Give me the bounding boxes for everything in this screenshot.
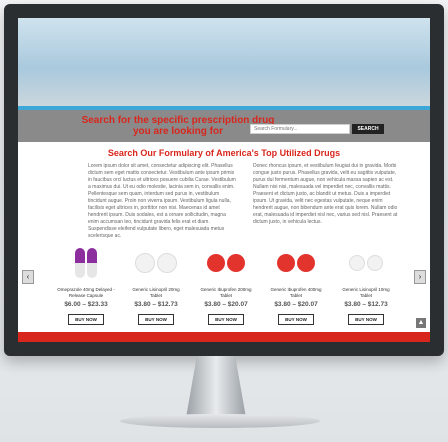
product-card[interactable]: Generic Ibuprofen 200mg Tablet $3.80 – $… bbox=[196, 241, 256, 326]
tablet-image bbox=[126, 241, 186, 285]
tablet-icon bbox=[157, 253, 177, 273]
capsule-image bbox=[56, 241, 116, 285]
tablet-icon bbox=[227, 254, 245, 272]
product-card[interactable]: Generic Ibuprofen 400mg Tablet $3.80 – $… bbox=[266, 241, 326, 326]
product-name: Generic Lisinopril 10mg Tablet bbox=[342, 287, 390, 298]
product-price: $3.80 – $12.73 bbox=[134, 301, 178, 308]
product-price: $3.80 – $20.07 bbox=[274, 301, 318, 308]
tablet-icon bbox=[367, 255, 383, 271]
website-screen: Search for the specific prescription dru… bbox=[18, 18, 430, 342]
product-price: $3.80 – $12.73 bbox=[344, 301, 388, 308]
chevron-left-icon[interactable]: ‹ bbox=[22, 270, 34, 284]
product-name: Omeprazole 40mg Delayed - Release Capsul… bbox=[57, 287, 115, 298]
hero-banner bbox=[18, 18, 430, 110]
tablet-icon bbox=[297, 254, 315, 272]
arrow-up-icon[interactable]: ▲ bbox=[416, 318, 426, 328]
search-button[interactable]: SEARCH bbox=[352, 124, 384, 134]
tablet-icon bbox=[349, 255, 365, 271]
product-card[interactable]: Omeprazole 40mg Delayed - Release Capsul… bbox=[56, 241, 116, 326]
monitor-stand-base bbox=[120, 414, 320, 428]
page-title: Search Our Formulary of America's Top Ut… bbox=[107, 148, 341, 158]
tablet-image bbox=[196, 241, 256, 285]
tablet-icon bbox=[207, 254, 225, 272]
footer-strip bbox=[18, 332, 430, 342]
search-heading-line2: you are looking for bbox=[132, 126, 223, 137]
tablet-image bbox=[336, 241, 396, 285]
tablet-icon bbox=[135, 253, 155, 273]
product-card[interactable]: Generic Lisinopril 20mg Tablet $3.80 – $… bbox=[126, 241, 186, 326]
product-card[interactable]: Generic Lisinopril 10mg Tablet $3.80 – $… bbox=[336, 241, 396, 326]
product-name: Generic Lisinopril 20mg Tablet bbox=[132, 287, 180, 298]
search-heading-line1: Search for the specific prescription dru… bbox=[81, 115, 275, 126]
intro-text-right: Donec rhoncus ipsum, et vestibulum feugi… bbox=[253, 163, 398, 225]
product-price: $3.80 – $20.07 bbox=[204, 301, 248, 308]
buy-now-button[interactable]: BUY NOW bbox=[138, 314, 174, 325]
product-name: Generic Ibuprofen 200mg Tablet bbox=[200, 287, 252, 298]
chevron-right-icon[interactable]: › bbox=[414, 270, 426, 284]
buy-now-button[interactable]: BUY NOW bbox=[278, 314, 314, 325]
search-heading: Search for the specific prescription dru… bbox=[78, 115, 278, 137]
tablet-image bbox=[266, 241, 326, 285]
buy-now-button[interactable]: BUY NOW bbox=[68, 314, 104, 325]
monitor-frame: Search for the specific prescription dru… bbox=[4, 4, 444, 356]
buy-now-button[interactable]: BUY NOW bbox=[348, 314, 384, 325]
capsule-icon bbox=[87, 248, 97, 278]
tablet-icon bbox=[277, 254, 295, 272]
product-name: Generic Ibuprofen 400mg Tablet bbox=[270, 287, 322, 298]
product-price: $6.00 – $23.33 bbox=[64, 301, 108, 308]
search-input[interactable] bbox=[250, 124, 350, 134]
product-carousel: Omeprazole 40mg Delayed - Release Capsul… bbox=[18, 241, 430, 331]
capsule-icon bbox=[75, 248, 85, 278]
monitor-stand-neck bbox=[186, 356, 246, 418]
intro-text-left: Lorem ipsum dolor sit amet, consectetur … bbox=[88, 163, 236, 239]
buy-now-button[interactable]: BUY NOW bbox=[208, 314, 244, 325]
